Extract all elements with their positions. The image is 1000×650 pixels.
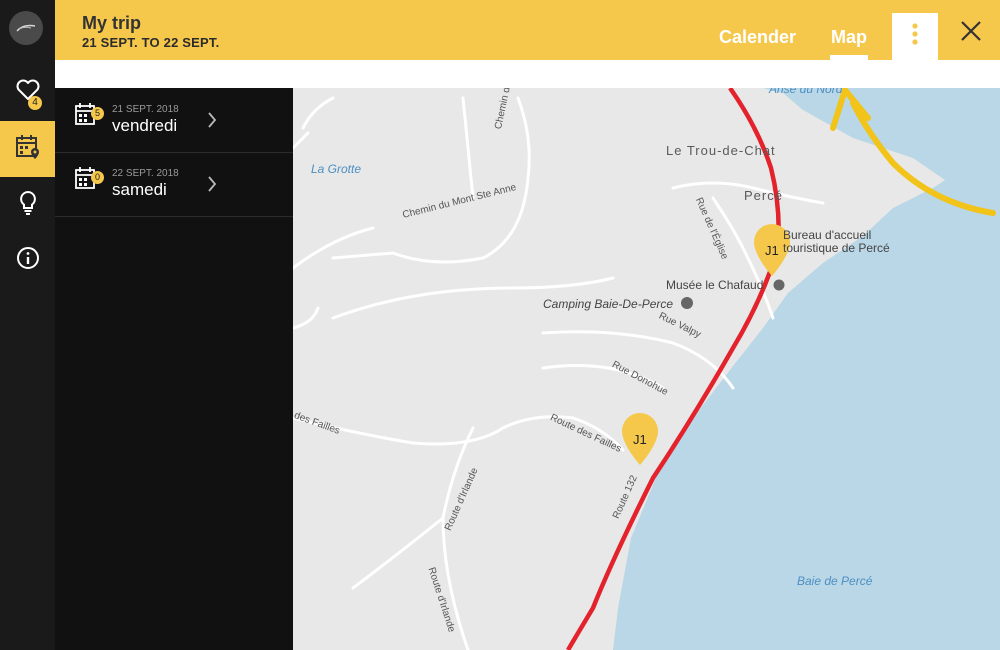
map-label-accueil-2: touristique de Percé (783, 241, 890, 255)
tab-calendar[interactable]: Calender (719, 27, 796, 48)
map-label-musee: Musée le Chafaud (666, 278, 764, 292)
campground-icon (681, 297, 693, 309)
sidebar-item-trip-calendar[interactable] (0, 121, 55, 177)
calendar-pin-icon (14, 133, 42, 166)
info-icon (16, 246, 40, 275)
app-logo[interactable] (9, 11, 43, 45)
more-options-button[interactable] (892, 13, 938, 60)
toolbar-strip (55, 60, 1000, 88)
chevron-right-icon (207, 176, 217, 197)
day-item-friday[interactable]: 5 21 SEPT. 2018 vendredi (55, 88, 293, 153)
trip-dates: 21 SEPT. TO 22 SEPT. (82, 35, 220, 50)
chevron-right-icon (207, 112, 217, 133)
day-name: vendredi (112, 116, 178, 135)
lightbulb-icon (18, 190, 38, 221)
pin-label: J1 (633, 432, 647, 447)
activity-count-badge: 0 (91, 171, 104, 184)
close-button[interactable] (950, 12, 992, 54)
map-label-camping: Camping Baie-De-Perce (543, 297, 674, 311)
header-bar: My trip 21 SEPT. TO 22 SEPT. Calender Ma… (55, 0, 1000, 60)
water-area (613, 88, 1000, 650)
trip-title: My trip (82, 13, 142, 33)
map-label-perce: Percé (744, 188, 783, 203)
day-list-panel: 5 21 SEPT. 2018 vendredi 0 22 SEPT. 2018… (55, 88, 293, 650)
icon-rail: 4 (0, 0, 55, 650)
sidebar-item-favorites[interactable]: 4 (0, 64, 55, 120)
day-name: samedi (112, 180, 167, 199)
sidebar-item-info[interactable] (0, 232, 55, 288)
map-label-baie: Baie de Percé (797, 574, 873, 588)
map-label-anse: Anse du Nord (769, 88, 843, 96)
pin-label: J1 (765, 243, 779, 258)
day-date: 21 SEPT. 2018 (112, 104, 179, 115)
close-icon (960, 20, 982, 47)
map-label-grotte: La Grotte (311, 162, 362, 176)
sidebar-item-ideas[interactable] (0, 177, 55, 233)
activity-count-badge: 5 (91, 107, 104, 120)
tab-map[interactable]: Map (831, 27, 867, 48)
map-label-accueil: Bureau d'accueil (783, 228, 872, 242)
map-canvas (293, 88, 1000, 650)
map-view[interactable]: Anse du Nord Le Trou-de-Chat La Grotte P… (293, 88, 1000, 650)
map-label-trou: Le Trou-de-Chat (666, 143, 776, 158)
more-vertical-icon (912, 23, 918, 50)
day-date: 22 SEPT. 2018 (112, 168, 179, 179)
museum-icon (773, 279, 785, 291)
day-item-saturday[interactable]: 0 22 SEPT. 2018 samedi (55, 152, 293, 217)
favorites-count-badge: 4 (28, 96, 42, 110)
